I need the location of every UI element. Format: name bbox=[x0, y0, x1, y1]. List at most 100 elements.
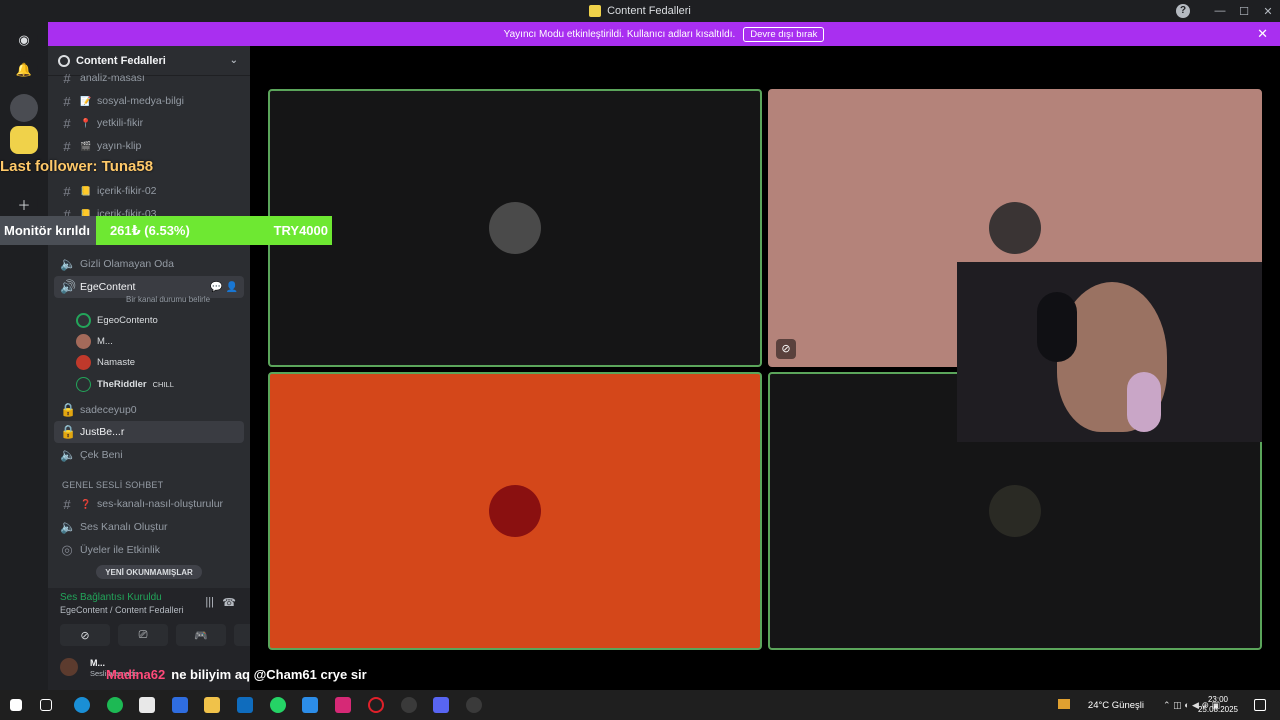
stage-icon: ◎ bbox=[61, 542, 73, 557]
voice-channel-item[interactable]: 🔈 Çek Beni bbox=[54, 444, 244, 466]
weather-icon[interactable] bbox=[1058, 699, 1070, 709]
notification-icon[interactable] bbox=[1254, 699, 1266, 711]
speaker-icon: 🔈 bbox=[60, 256, 77, 271]
voice-member[interactable]: Namaste bbox=[76, 352, 135, 372]
channel-status[interactable]: Bir kanal durumu belirle bbox=[126, 295, 210, 304]
discord-taskbar-icon[interactable] bbox=[433, 697, 449, 713]
member-badge: CHILL bbox=[152, 379, 174, 389]
banner-text: Yayıncı Modu etkinleştirildi. Kullanıcı … bbox=[503, 28, 736, 40]
whatsapp-icon[interactable] bbox=[270, 697, 286, 713]
help-icon[interactable]: ? bbox=[1176, 4, 1190, 18]
avatar bbox=[76, 333, 91, 349]
store-icon[interactable] bbox=[302, 697, 318, 713]
channel-label: yayın-klip bbox=[97, 140, 142, 152]
voice-status[interactable]: Ses Bağlantısı Kuruldu bbox=[60, 592, 162, 603]
new-unreads-pill[interactable]: YENİ OKUNMAMIŞLAR bbox=[96, 565, 202, 579]
channel-label: EgeContent bbox=[80, 281, 136, 293]
voice-member[interactable]: EgeoContento bbox=[76, 310, 158, 330]
media-player-icon[interactable] bbox=[466, 697, 482, 713]
task-view-icon[interactable] bbox=[40, 699, 52, 711]
screen-share-button[interactable]: ⎚ bbox=[118, 624, 168, 646]
category-header[interactable]: GENEL SESLİ SOHBET bbox=[62, 480, 163, 490]
activity-button[interactable]: 🎮 bbox=[176, 624, 226, 646]
channel-item[interactable]: # 🎬 yayın-klip bbox=[54, 135, 244, 157]
voice-channel-item[interactable]: 🔈 Ses Kanalı Oluştur bbox=[54, 516, 244, 538]
headphones-icon bbox=[1037, 292, 1077, 362]
window-title: Content Fedalleri bbox=[607, 5, 691, 17]
channel-label: sosyal-medya-bilgi bbox=[97, 95, 184, 107]
minimize-icon[interactable]: — bbox=[1208, 5, 1232, 17]
channel-emoji: 📍 bbox=[80, 117, 92, 128]
title-bar: Content Fedalleri ? — ☐ ✕ bbox=[0, 0, 1280, 22]
channel-item[interactable]: # analiz-masası bbox=[54, 68, 244, 88]
copilot-icon[interactable] bbox=[172, 697, 188, 713]
bell-icon[interactable]: 🔔 bbox=[10, 56, 38, 84]
video-tile[interactable] bbox=[268, 89, 762, 367]
channel-label: ses-kanalı-nasıl-oluşturulur bbox=[97, 498, 224, 510]
channel-label: sadeceyup0 bbox=[80, 404, 137, 416]
channel-emoji: 📒 bbox=[80, 185, 92, 196]
chat-and-invite-icons[interactable]: 💬 👤 bbox=[210, 282, 238, 293]
camera-off-button[interactable]: ⊘ bbox=[60, 624, 110, 646]
disconnect-icon[interactable]: ☎ bbox=[222, 596, 236, 609]
goal-target: TRY4000 bbox=[273, 223, 328, 238]
goal-progress: 261₺ (6.53%) bbox=[109, 222, 190, 238]
last-follower-overlay: Last follower: Tuna58 bbox=[0, 158, 154, 175]
channel-item[interactable]: # ❓ ses-kanalı-nasıl-oluşturulur bbox=[54, 493, 244, 515]
speaker-icon: 🔊 bbox=[60, 279, 77, 294]
member-name: EgeoContento bbox=[97, 314, 158, 326]
voice-channel-item[interactable]: ◎ Üyeler ile Etkinlik bbox=[54, 539, 244, 561]
donation-goal-overlay: Monitör kırıldı 261₺ (6.53%) TRY4000 bbox=[0, 216, 332, 245]
channel-label: Üyeler ile Etkinlik bbox=[80, 544, 160, 556]
chevron-down-icon: ⌄ bbox=[229, 55, 238, 66]
server-icon[interactable] bbox=[10, 94, 38, 122]
obs-icon[interactable] bbox=[401, 697, 417, 713]
voice-member[interactable]: M... bbox=[76, 331, 113, 351]
channel-emoji: ❓ bbox=[80, 498, 92, 509]
channel-item[interactable]: # 📒 içerik-fikir-02 bbox=[54, 180, 244, 202]
channel-label: yetkili-fikir bbox=[97, 117, 144, 129]
voice-channel-path[interactable]: EgeContent / Content Fedalleri bbox=[60, 605, 184, 615]
disable-streamer-mode-button[interactable]: Devre dışı bırak bbox=[743, 26, 825, 42]
clock[interactable]: 23:00 25.08.2025 bbox=[1198, 695, 1238, 715]
file-explorer-icon[interactable] bbox=[204, 697, 220, 713]
maximize-icon[interactable]: ☐ bbox=[1232, 5, 1256, 18]
avatar bbox=[489, 202, 541, 254]
edge-icon[interactable] bbox=[74, 697, 90, 713]
noise-icon[interactable]: ||| bbox=[205, 596, 214, 608]
taskbar: 24°C Güneşli ⌃ ◫ ◐ ◀ ⊕ ▣ 23:00 25.08.202… bbox=[0, 690, 1280, 720]
channel-item[interactable]: # 📍 yetkili-fikir bbox=[54, 112, 244, 134]
close-window-icon[interactable]: ✕ bbox=[1256, 5, 1280, 18]
microphone-icon bbox=[1127, 372, 1161, 432]
spotify-icon[interactable] bbox=[107, 697, 123, 713]
server-icon-active[interactable] bbox=[10, 126, 38, 154]
guild-name: Content Fedalleri bbox=[76, 54, 166, 67]
close-icon[interactable]: ✕ bbox=[1257, 26, 1268, 42]
discord-home-icon[interactable]: ◉ bbox=[10, 26, 38, 54]
hash-icon: # bbox=[63, 93, 71, 109]
channel-item[interactable]: # 📝 sosyal-medya-bilgi bbox=[54, 90, 244, 112]
voice-channel-item[interactable]: 🔒 sadeceyup0 bbox=[54, 399, 244, 421]
add-server-icon[interactable]: ＋ bbox=[10, 190, 38, 218]
app-icon bbox=[589, 5, 602, 17]
opera-icon[interactable] bbox=[368, 697, 384, 713]
chat-username: Madina62 bbox=[106, 666, 166, 682]
member-name: M... bbox=[97, 335, 113, 347]
outlook-icon[interactable] bbox=[237, 697, 253, 713]
instagram-icon[interactable] bbox=[335, 697, 351, 713]
windows-start-icon[interactable] bbox=[10, 699, 22, 711]
voice-channel-item[interactable]: 🔒 JustBe...r bbox=[54, 421, 244, 443]
member-name: Namaste bbox=[97, 356, 136, 368]
voice-member[interactable]: TheRiddler CHILL bbox=[76, 374, 174, 394]
video-tile[interactable] bbox=[268, 372, 762, 650]
avatar bbox=[76, 354, 91, 370]
guild-icon bbox=[58, 54, 70, 67]
calculator-icon[interactable] bbox=[139, 697, 155, 713]
hash-icon: # bbox=[63, 138, 71, 154]
hash-icon: # bbox=[63, 70, 71, 86]
chat-overlay: Madina62 ne biliyim aq @Cham61 crye sir bbox=[106, 665, 367, 683]
weather-text[interactable]: 24°C Güneşli bbox=[1088, 700, 1144, 711]
voice-channel-item[interactable]: 🔈 Gizli Olamayan Oda bbox=[54, 253, 244, 275]
speaker-icon: 🔈 bbox=[60, 447, 77, 462]
avatar bbox=[989, 202, 1041, 254]
